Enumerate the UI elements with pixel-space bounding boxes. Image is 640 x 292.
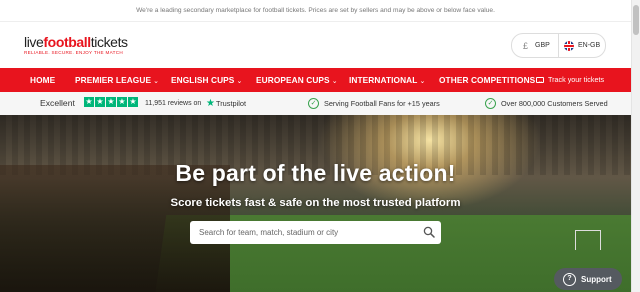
- trustpilot-logo[interactable]: ★ Trustpilot: [206, 92, 246, 115]
- nav-label: HOME: [30, 75, 56, 85]
- trust-reviews-count[interactable]: 11,951 reviews on: [145, 92, 201, 115]
- feature-label: Serving Football Fans for +15 years: [324, 99, 440, 108]
- goal-image: [575, 230, 601, 250]
- logo-wordmark: livefootballtickets: [24, 35, 128, 49]
- feature-label: Over 800,000 Customers Served: [501, 99, 608, 108]
- check-circle-icon: ✓: [308, 98, 319, 109]
- check-circle-icon: ✓: [485, 98, 496, 109]
- locale-selector[interactable]: £ GBP EN-GB: [511, 33, 606, 58]
- main-nav: HOME PREMIER LEAGUE ⌄ ENGLISH CUPS ⌄ EUROP…: [0, 68, 631, 92]
- uk-flag-icon: [564, 40, 574, 51]
- star-icon: ★: [128, 97, 138, 107]
- hero-subtitle: Score tickets fast & safe on the most tr…: [170, 197, 461, 209]
- scrollbar-thumb[interactable]: [633, 5, 639, 35]
- nav-label: OTHER COMPETITIONS: [439, 75, 536, 85]
- feature-years: ✓ Serving Football Fans for +15 years: [308, 92, 440, 115]
- chevron-down-icon: ⌄: [236, 78, 243, 85]
- ticket-icon: [536, 77, 544, 83]
- logo-part-live: live: [24, 34, 44, 50]
- language-label: EN-GB: [578, 42, 601, 49]
- help-icon: ?: [563, 272, 576, 286]
- currency-label: GBP: [535, 42, 550, 49]
- track-tickets-label: Track your tickets: [548, 75, 605, 84]
- hero-search-box[interactable]: [190, 221, 441, 244]
- language-selector[interactable]: EN-GB: [559, 40, 601, 51]
- nav-item-european-cups[interactable]: EUROPEAN CUPS ⌄: [256, 68, 338, 92]
- search-icon[interactable]: [423, 226, 435, 238]
- trust-rating-label: Excellent: [40, 98, 75, 108]
- nav-label: EUROPEAN CUPS: [256, 75, 330, 85]
- logo-part-tickets: tickets: [90, 34, 128, 50]
- search-input[interactable]: [199, 221, 409, 244]
- nav-item-international[interactable]: INTERNATIONAL ⌄: [349, 68, 425, 92]
- star-icon: ★: [106, 97, 116, 107]
- nav-label: PREMIER LEAGUE: [75, 75, 152, 85]
- trustpilot-stars: ★ ★ ★ ★ ★: [84, 97, 139, 107]
- nav-label: ENGLISH CUPS: [171, 75, 235, 85]
- logo-part-football: football: [43, 34, 91, 50]
- chevron-down-icon: ⌄: [153, 78, 160, 85]
- support-button[interactable]: ? Support: [554, 268, 622, 290]
- trust-bar: Excellent ★ ★ ★ ★ ★ 11,951 reviews on ★ T…: [0, 92, 631, 115]
- star-icon: ★: [117, 97, 127, 107]
- currency-selector[interactable]: £ GBP: [512, 41, 558, 51]
- site-header: livefootballtickets RELIABLE. SECURE. EN…: [0, 22, 631, 68]
- feature-customers: ✓ Over 800,000 Customers Served: [485, 92, 608, 115]
- hero-title: Be part of the live action!: [175, 160, 456, 186]
- site-logo[interactable]: livefootballtickets RELIABLE. SECURE. EN…: [24, 35, 128, 55]
- star-icon: ★: [95, 97, 105, 107]
- chevron-down-icon: ⌄: [331, 78, 338, 85]
- hero-banner: Be part of the live action! Score ticket…: [0, 115, 631, 292]
- nav-label: INTERNATIONAL: [349, 75, 418, 85]
- trustpilot-label: Trustpilot: [215, 99, 247, 108]
- nav-item-english-cups[interactable]: ENGLISH CUPS ⌄: [171, 68, 242, 92]
- nav-item-home[interactable]: HOME: [30, 68, 55, 92]
- trustpilot-star-icon: ★: [206, 98, 215, 109]
- marketplace-notice: We're a leading secondary marketplace fo…: [0, 0, 631, 22]
- track-tickets-link[interactable]: Track your tickets: [536, 68, 604, 92]
- star-icon: ★: [84, 97, 94, 107]
- support-label: Support: [581, 274, 612, 284]
- chevron-down-icon: ⌄: [419, 78, 426, 85]
- logo-tagline: RELIABLE. SECURE. ENJOY THE MATCH: [24, 50, 123, 55]
- nav-item-other-competitions[interactable]: OTHER COMPETITIONS ⌄: [439, 68, 543, 92]
- page-scrollbar[interactable]: [631, 0, 640, 292]
- nav-item-premier-league[interactable]: PREMIER LEAGUE ⌄: [75, 68, 159, 92]
- currency-symbol: £: [523, 40, 529, 51]
